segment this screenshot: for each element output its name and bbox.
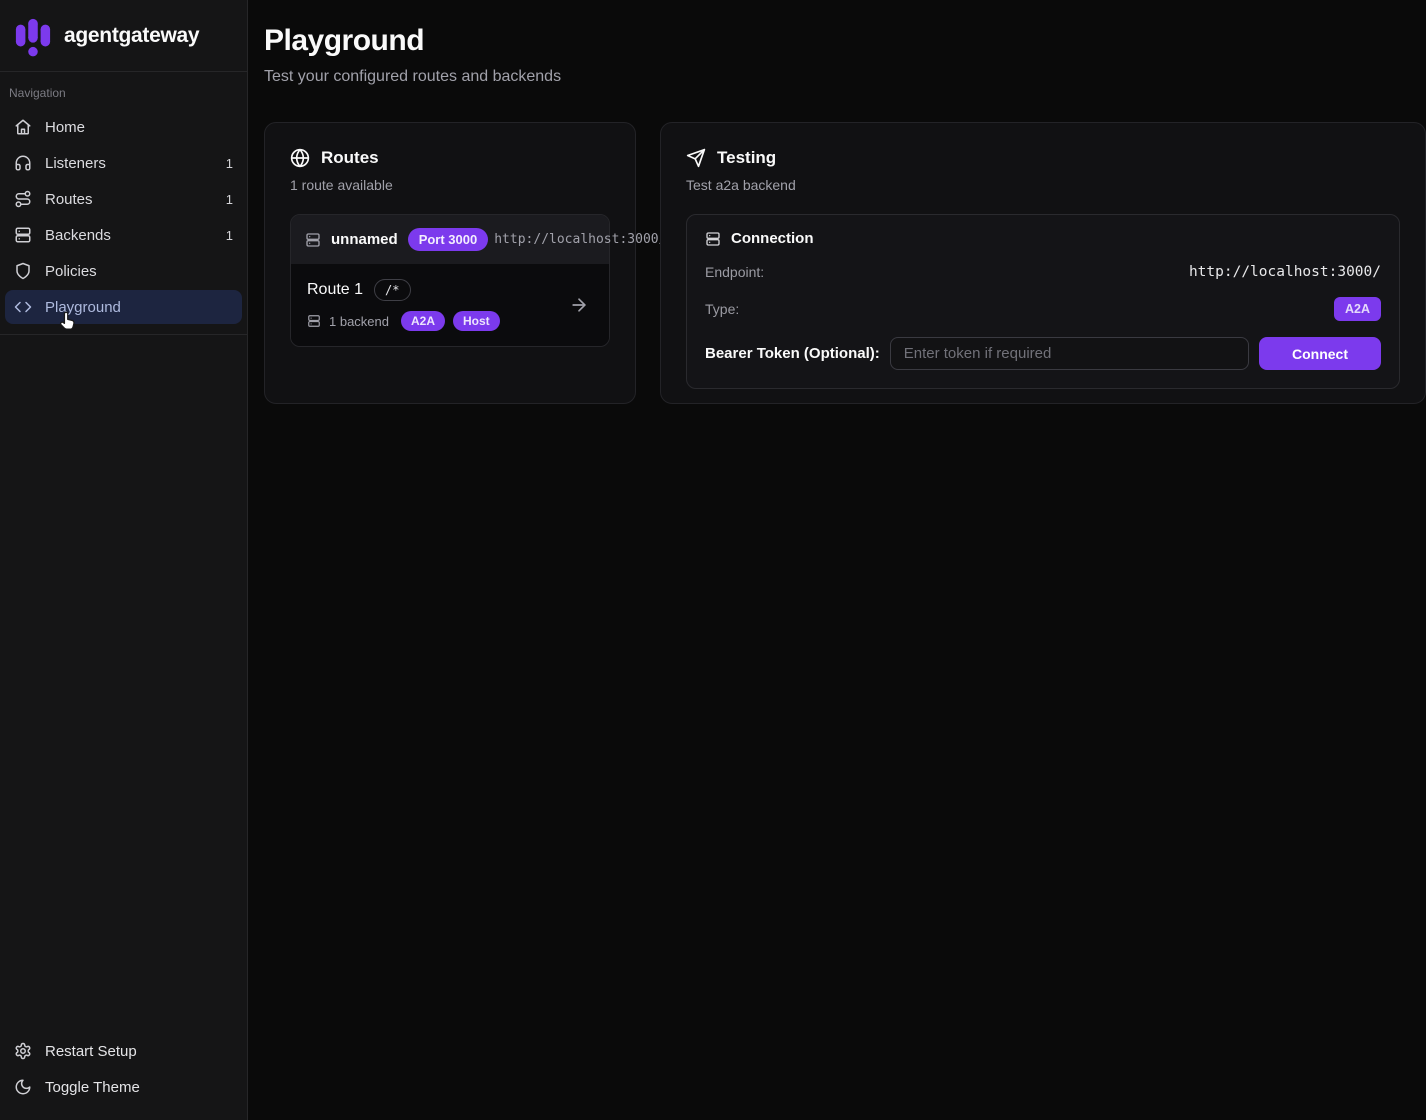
route-badge-a2a: A2A [401, 311, 445, 331]
listener-header: unnamed Port 3000 http://localhost:3000/ [291, 215, 609, 264]
restart-setup-button[interactable]: Restart Setup [5, 1034, 242, 1068]
type-row: Type: A2A [705, 297, 1381, 321]
testing-card: Testing Test a2a backend Connection Endp… [660, 122, 1426, 404]
testing-card-header: Testing [686, 148, 1400, 168]
server-icon [305, 232, 321, 248]
route-badge-host: Host [453, 311, 500, 331]
server-icon [705, 231, 721, 247]
main-content: Playground Test your configured routes a… [248, 0, 1426, 1120]
nav-divider [0, 334, 247, 335]
sidebar-item-label: Playground [45, 299, 121, 316]
send-icon [686, 148, 706, 168]
routes-card-subtitle: 1 route available [290, 177, 610, 193]
brand-header: agentgateway [0, 0, 247, 72]
sidebar-item-count: 1 [226, 156, 233, 171]
page-title: Playground [264, 24, 1426, 58]
nav-section-label: Navigation [5, 84, 242, 110]
server-icon [14, 226, 32, 244]
connection-header: Connection [705, 230, 1381, 247]
routes-card: Routes 1 route available unnamed Port 30… [264, 122, 636, 404]
code-icon [14, 298, 32, 316]
testing-card-title: Testing [717, 148, 776, 168]
brand-name: agentgateway [64, 24, 199, 48]
sidebar-item-label: Listeners [45, 155, 106, 172]
globe-icon [290, 148, 310, 168]
route-name: Route 1 [307, 281, 363, 299]
agentgateway-logo-icon [14, 15, 52, 57]
sidebar-item-backends[interactable]: Backends 1 [5, 218, 242, 252]
sidebar-item-label: Routes [45, 191, 93, 208]
sidebar-item-routes[interactable]: Routes 1 [5, 182, 242, 216]
sidebar-item-label: Home [45, 119, 85, 136]
backend-count: 1 backend [329, 314, 389, 329]
moon-icon [14, 1078, 32, 1096]
connect-button[interactable]: Connect [1259, 337, 1381, 370]
page-subtitle: Test your configured routes and backends [264, 68, 1426, 86]
home-icon [14, 118, 32, 136]
sidebar-item-home[interactable]: Home [5, 110, 242, 144]
routes-card-header: Routes [290, 148, 610, 168]
arrow-right-icon [569, 295, 589, 315]
listener-name: unnamed [331, 231, 398, 248]
listener-url: http://localhost:3000/ [494, 232, 666, 247]
server-icon [307, 314, 321, 328]
endpoint-label: Endpoint: [705, 264, 764, 280]
bearer-token-label: Bearer Token (Optional): [705, 345, 880, 362]
toggle-theme-button[interactable]: Toggle Theme [5, 1070, 242, 1104]
cards-row: Routes 1 route available unnamed Port 30… [264, 122, 1426, 404]
sidebar-item-label: Backends [45, 227, 111, 244]
connection-title: Connection [731, 230, 814, 247]
route-path-badge: /* [374, 279, 410, 301]
sidebar-item-count: 1 [226, 192, 233, 207]
sidebar-item-policies[interactable]: Policies [5, 254, 242, 288]
gear-icon [14, 1042, 32, 1060]
shield-icon [14, 262, 32, 280]
type-badge: A2A [1334, 297, 1381, 321]
type-label: Type: [705, 301, 739, 317]
token-row: Bearer Token (Optional): Connect [705, 337, 1381, 370]
sidebar-item-count: 1 [226, 228, 233, 243]
routes-card-title: Routes [321, 148, 379, 168]
sidebar-item-label: Policies [45, 263, 97, 280]
restart-setup-label: Restart Setup [45, 1043, 137, 1060]
route-row[interactable]: Route 1 /* 1 backend A2A Host [291, 264, 609, 346]
endpoint-value: http://localhost:3000/ [1189, 264, 1381, 280]
sidebar-item-playground[interactable]: Playground [5, 290, 242, 324]
headphones-icon [14, 154, 32, 172]
sidebar-nav: Navigation Home Listeners 1 Routes 1 [0, 72, 247, 335]
sidebar: agentgateway Navigation Home Listeners 1… [0, 0, 248, 1120]
testing-card-subtitle: Test a2a backend [686, 177, 1400, 193]
route-info: Route 1 /* 1 backend A2A Host [307, 279, 500, 331]
endpoint-row: Endpoint: http://localhost:3000/ [705, 260, 1381, 284]
connection-box: Connection Endpoint: http://localhost:30… [686, 214, 1400, 389]
port-badge: Port 3000 [408, 228, 489, 251]
bearer-token-input[interactable] [890, 337, 1249, 370]
listener-box: unnamed Port 3000 http://localhost:3000/… [290, 214, 610, 347]
route-icon [14, 190, 32, 208]
toggle-theme-label: Toggle Theme [45, 1079, 140, 1096]
sidebar-footer: Restart Setup Toggle Theme [0, 1034, 247, 1120]
sidebar-item-listeners[interactable]: Listeners 1 [5, 146, 242, 180]
